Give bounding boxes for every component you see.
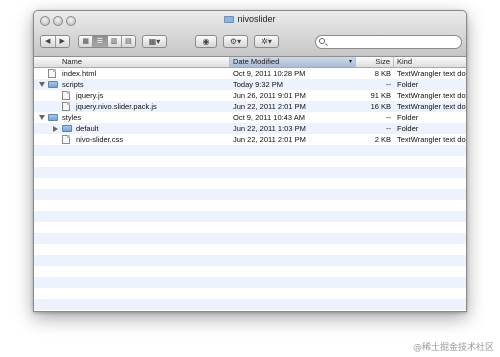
file-kind: Folder (397, 80, 419, 89)
back-button[interactable]: ◀ (41, 36, 56, 47)
column-kind-label: Kind (397, 57, 413, 66)
view-mode-control: ▦ ☰ ▥ ▤ (78, 35, 136, 48)
column-name-label: Name (62, 57, 83, 66)
list-view-button[interactable]: ☰ (93, 36, 108, 47)
file-row[interactable]: nivo-slider.css Jun 22, 2011 2:01 PM 2 KB T… (34, 134, 466, 145)
file-size: 91 KB (370, 91, 391, 100)
arrange-button[interactable]: ▦▾ (142, 35, 167, 48)
window-title: nivoslider (34, 14, 466, 24)
eye-icon: ◉ (202, 37, 210, 46)
file-row[interactable]: index.html Oct 9, 2011 10:28 PM 8 KB TextWr… (34, 68, 466, 79)
file-name: jquery.nivo.slider.pack.js (76, 102, 157, 111)
empty-row (34, 288, 466, 299)
empty-row (34, 244, 466, 255)
title-bar: nivoslider ◀ ▶ ▦ ☰ ▥ ▤ ▦▾ ◉ ⚙▾ ✲▾ (34, 11, 466, 57)
file-name: styles (62, 113, 82, 122)
empty-row (34, 222, 466, 233)
column-kind[interactable]: Kind (394, 57, 466, 67)
file-name: scripts (62, 80, 84, 89)
icon-view-button[interactable]: ▦ (79, 36, 94, 47)
empty-row (34, 233, 466, 244)
file-row[interactable]: styles Oct 9, 2011 10:43 AM -- Folder (34, 112, 466, 123)
file-icon (48, 69, 56, 78)
file-size: 2 KB (374, 135, 391, 144)
watermark: @稀土掘金技术社区 (413, 340, 494, 353)
file-name: nivo-slider.css (76, 135, 124, 144)
column-size[interactable]: Size (356, 57, 394, 67)
file-name: default (76, 124, 99, 133)
file-date: Jun 22, 2011 2:01 PM (233, 102, 306, 111)
column-name[interactable]: Name (34, 57, 230, 67)
file-kind: TextWrangler text doc (397, 102, 466, 111)
gear-icon: ✲▾ (261, 37, 272, 46)
file-date: Oct 9, 2011 10:43 AM (233, 113, 305, 122)
file-date: Jun 22, 2011 2:01 PM (233, 135, 306, 144)
share-button[interactable]: ⚙▾ (223, 35, 248, 48)
sort-arrow-icon: ▾ (348, 59, 352, 65)
empty-row (34, 178, 466, 189)
file-size: 16 KB (370, 102, 391, 111)
file-date: Jun 26, 2011 9:01 PM (233, 91, 306, 100)
file-name: index.html (62, 69, 97, 78)
disclosure-open-icon[interactable] (39, 82, 45, 87)
file-list: index.html Oct 9, 2011 10:28 PM 8 KB TextWr… (34, 68, 466, 311)
file-row[interactable]: scripts Today 9:32 PM -- Folder (34, 79, 466, 90)
search-icon (319, 38, 325, 44)
column-size-label: Size (375, 57, 390, 66)
file-size: 8 KB (374, 69, 391, 78)
quicklook-button[interactable]: ◉ (195, 35, 217, 48)
folder-icon (48, 81, 58, 88)
folder-icon (224, 16, 235, 23)
window-title-text: nivoslider (237, 14, 276, 24)
empty-row (34, 255, 466, 266)
column-header: Name Date Modified ▾ Size Kind (34, 57, 466, 68)
empty-row (34, 299, 466, 310)
file-kind: TextWrangler text doc (397, 91, 466, 100)
file-kind: TextWrangler text doc (397, 69, 466, 78)
share-icon: ⚙▾ (229, 37, 242, 46)
file-date: Jun 22, 2011 1:03 PM (233, 124, 306, 133)
folder-icon (62, 125, 72, 132)
empty-row (34, 277, 466, 288)
file-icon (62, 91, 70, 100)
empty-row (34, 167, 466, 178)
file-name: jquery.js (76, 91, 104, 100)
empty-row (34, 156, 466, 167)
file-size: -- (386, 113, 391, 122)
search-input[interactable] (315, 35, 462, 49)
file-row[interactable]: jquery.js Jun 26, 2011 9:01 PM 91 KB TextWr… (34, 90, 466, 101)
forward-button[interactable]: ▶ (55, 36, 69, 47)
column-view-button[interactable]: ▥ (107, 36, 122, 47)
file-date: Today 9:32 PM (233, 80, 284, 89)
file-kind: TextWrangler text doc (397, 135, 466, 144)
action-button[interactable]: ✲▾ (254, 35, 279, 48)
disclosure-closed-icon[interactable] (53, 126, 58, 132)
empty-row (34, 266, 466, 277)
disclosure-open-icon[interactable] (39, 115, 45, 120)
file-row[interactable]: default Jun 22, 2011 1:03 PM -- Folder (34, 123, 466, 134)
file-date: Oct 9, 2011 10:28 PM (233, 69, 306, 78)
empty-row (34, 189, 466, 200)
file-icon (62, 102, 70, 111)
file-icon (62, 135, 70, 144)
file-size: -- (386, 124, 391, 133)
empty-row (34, 211, 466, 222)
arrange-icon: ▦▾ (148, 37, 161, 46)
file-kind: Folder (397, 113, 419, 122)
file-size: -- (386, 80, 391, 89)
file-row[interactable]: jquery.nivo.slider.pack.js Jun 22, 2011 2… (34, 101, 466, 112)
back-forward-control: ◀ ▶ (40, 35, 70, 48)
empty-row (34, 145, 466, 156)
file-kind: Folder (397, 124, 419, 133)
column-date-modified[interactable]: Date Modified ▾ (230, 57, 356, 67)
column-date-label: Date Modified (233, 57, 280, 66)
coverflow-view-button[interactable]: ▤ (121, 36, 135, 47)
watermark-text: @稀土掘金技术社区 (412, 343, 494, 353)
finder-window: nivoslider ◀ ▶ ▦ ☰ ▥ ▤ ▦▾ ◉ ⚙▾ ✲▾ Name D… (33, 10, 467, 312)
empty-row (34, 200, 466, 211)
folder-icon (48, 114, 58, 121)
